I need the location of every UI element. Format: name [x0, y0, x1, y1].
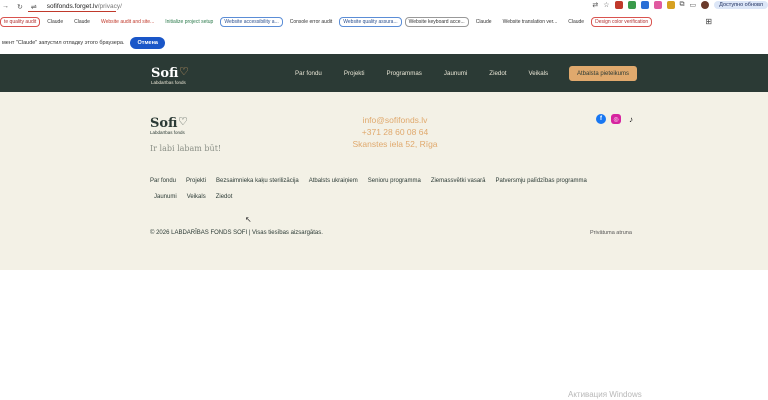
support-request-button[interactable]: Atbalsta pieteikums: [569, 66, 637, 81]
extension-icon[interactable]: [640, 1, 649, 9]
url-underline: [28, 11, 116, 12]
email-link[interactable]: info@sofifonds.lv: [330, 114, 460, 126]
heart-icon: ♡: [179, 66, 189, 78]
bookmark-item[interactable]: te quality audit: [0, 17, 41, 27]
avatar[interactable]: [701, 1, 710, 9]
site-header: Sofi ♡ Labdarības fonds Par fondu Projek…: [0, 54, 768, 92]
logo-subtitle: Labdarības fonds: [151, 80, 186, 85]
tiktok-icon[interactable]: ♪: [626, 114, 636, 124]
extension-icon[interactable]: [614, 1, 623, 9]
star-icon[interactable]: ☆: [603, 1, 609, 9]
bookmarks-bar: te quality audit Claude Claude Website audi…: [0, 16, 768, 28]
browser-nav: → ↻ ⇌: [0, 3, 37, 11]
translate-icon[interactable]: ⇄: [592, 1, 598, 9]
bookmark-item[interactable]: Console error audit: [286, 17, 337, 27]
address-text: Skanstes iela 52, Rīga: [352, 139, 438, 149]
bookmark-item[interactable]: Design color verification: [591, 17, 653, 27]
heart-icon: ♡: [178, 116, 188, 128]
footer-link[interactable]: Par fondu: [150, 178, 176, 184]
menu-item-projekti[interactable]: Projekti: [344, 70, 365, 77]
facebook-icon[interactable]: f: [596, 114, 606, 124]
browser-toolbar: → ↻ ⇌ sofifonds.forget.lv/privacy/ ⇄ ☆ ⧉…: [0, 0, 768, 13]
debug-infobar: мент "Claude" запустил отладку этого бра…: [0, 32, 768, 54]
instagram-icon[interactable]: ◎: [611, 114, 621, 124]
privacy-link[interactable]: Privātuma atruna: [590, 230, 632, 236]
cancel-button[interactable]: Отмена: [130, 37, 165, 49]
menu-item-programmas[interactable]: Programmas: [386, 70, 421, 77]
bookmark-item[interactable]: Claude: [43, 17, 67, 27]
debug-message: мент "Claude" запустил отладку этого бра…: [2, 40, 125, 46]
site-footer: Sofi ♡ Labdarības fonds Ir labi labam bū…: [0, 92, 768, 270]
footer-links-row1: Par fondu Projekti Bezsaimnieka kaķu ste…: [150, 178, 587, 184]
phone-link[interactable]: +371 28 60 08 64: [330, 126, 460, 138]
logo-name: Sofi: [151, 66, 179, 81]
bookmark-item[interactable]: Claude: [564, 17, 588, 27]
bookmark-item[interactable]: Website keyboard acce...: [404, 17, 469, 27]
footer-link[interactable]: Senioru programma: [368, 178, 421, 184]
footer-link[interactable]: Atbalsts ukraiņiem: [309, 178, 358, 184]
site-info-icon[interactable]: ⇌: [31, 3, 37, 11]
tagline: Ir labi labam būt!: [150, 144, 222, 153]
windows-activation-watermark: Активация Windows: [568, 390, 642, 399]
footer-logo-subtitle: Labdarības fonds: [150, 130, 185, 135]
bookmark-item[interactable]: Claude: [70, 17, 94, 27]
footer-link[interactable]: Ziedot: [216, 194, 233, 200]
main-menu: Par fondu Projekti Programmas Jaunumi Zi…: [295, 70, 548, 77]
extension-icon[interactable]: [627, 1, 636, 9]
puzzle-icon[interactable]: ⧉: [680, 1, 685, 9]
footer-logo[interactable]: Sofi ♡ Labdarības fonds: [150, 114, 188, 135]
menu-item-jaunumi[interactable]: Jaunumi: [444, 70, 467, 77]
apps-grid-icon[interactable]: ⊞: [705, 17, 712, 26]
footer-logo-name: Sofi: [150, 116, 178, 131]
bookmark-item[interactable]: Website accessibility a...: [220, 17, 283, 27]
footer-link[interactable]: Patversmju palīdzības programma: [496, 178, 587, 184]
footer-link[interactable]: Bezsaimnieka kaķu sterilizācija: [216, 178, 299, 184]
footer-link[interactable]: Ziemassvētki vasarā: [431, 178, 486, 184]
contact-block: info@sofifonds.lv +371 28 60 08 64 Skans…: [330, 114, 460, 150]
forward-icon[interactable]: →: [2, 3, 9, 11]
bookmark-item[interactable]: Website quality assura...: [339, 17, 402, 27]
browser-extensions: ⇄ ☆ ⧉ ▭ Доступно обновл: [592, 1, 768, 9]
url-host: sofifonds.forget.lv: [46, 3, 98, 10]
mouse-cursor-icon: ↖: [245, 215, 252, 224]
bookmark-item[interactable]: Claude: [472, 17, 496, 27]
bookmark-item[interactable]: Initialize project setup: [161, 17, 217, 27]
sidebar-icon[interactable]: ▭: [690, 1, 697, 9]
footer-link[interactable]: Jaunumi: [154, 194, 177, 200]
footer-links-row2: Jaunumi Veikals Ziedot: [154, 194, 232, 200]
extension-icon[interactable]: [653, 1, 662, 9]
menu-item-par-fondu[interactable]: Par fondu: [295, 70, 322, 77]
address-bar[interactable]: sofifonds.forget.lv/privacy/: [47, 3, 122, 10]
reload-icon[interactable]: ↻: [17, 3, 23, 11]
footer-link[interactable]: Veikals: [187, 194, 206, 200]
update-button[interactable]: Доступно обновл: [714, 1, 768, 9]
bookmark-item[interactable]: Website audit and site...: [97, 17, 158, 27]
copyright-text: © 2026 LABDARĪBAS FONDS SOFI | Visas tie…: [150, 230, 323, 236]
bookmark-item[interactable]: Website translation ver...: [499, 17, 562, 27]
menu-item-veikals[interactable]: Veikals: [529, 70, 549, 77]
footer-link[interactable]: Projekti: [186, 178, 206, 184]
social-links: f ◎ ♪: [596, 114, 636, 124]
url-path: /privacy/: [97, 3, 122, 10]
site-logo[interactable]: Sofi ♡ Labdarības fonds: [151, 64, 189, 85]
extension-icon[interactable]: [666, 1, 675, 9]
menu-item-ziedot[interactable]: Ziedot: [489, 70, 506, 77]
